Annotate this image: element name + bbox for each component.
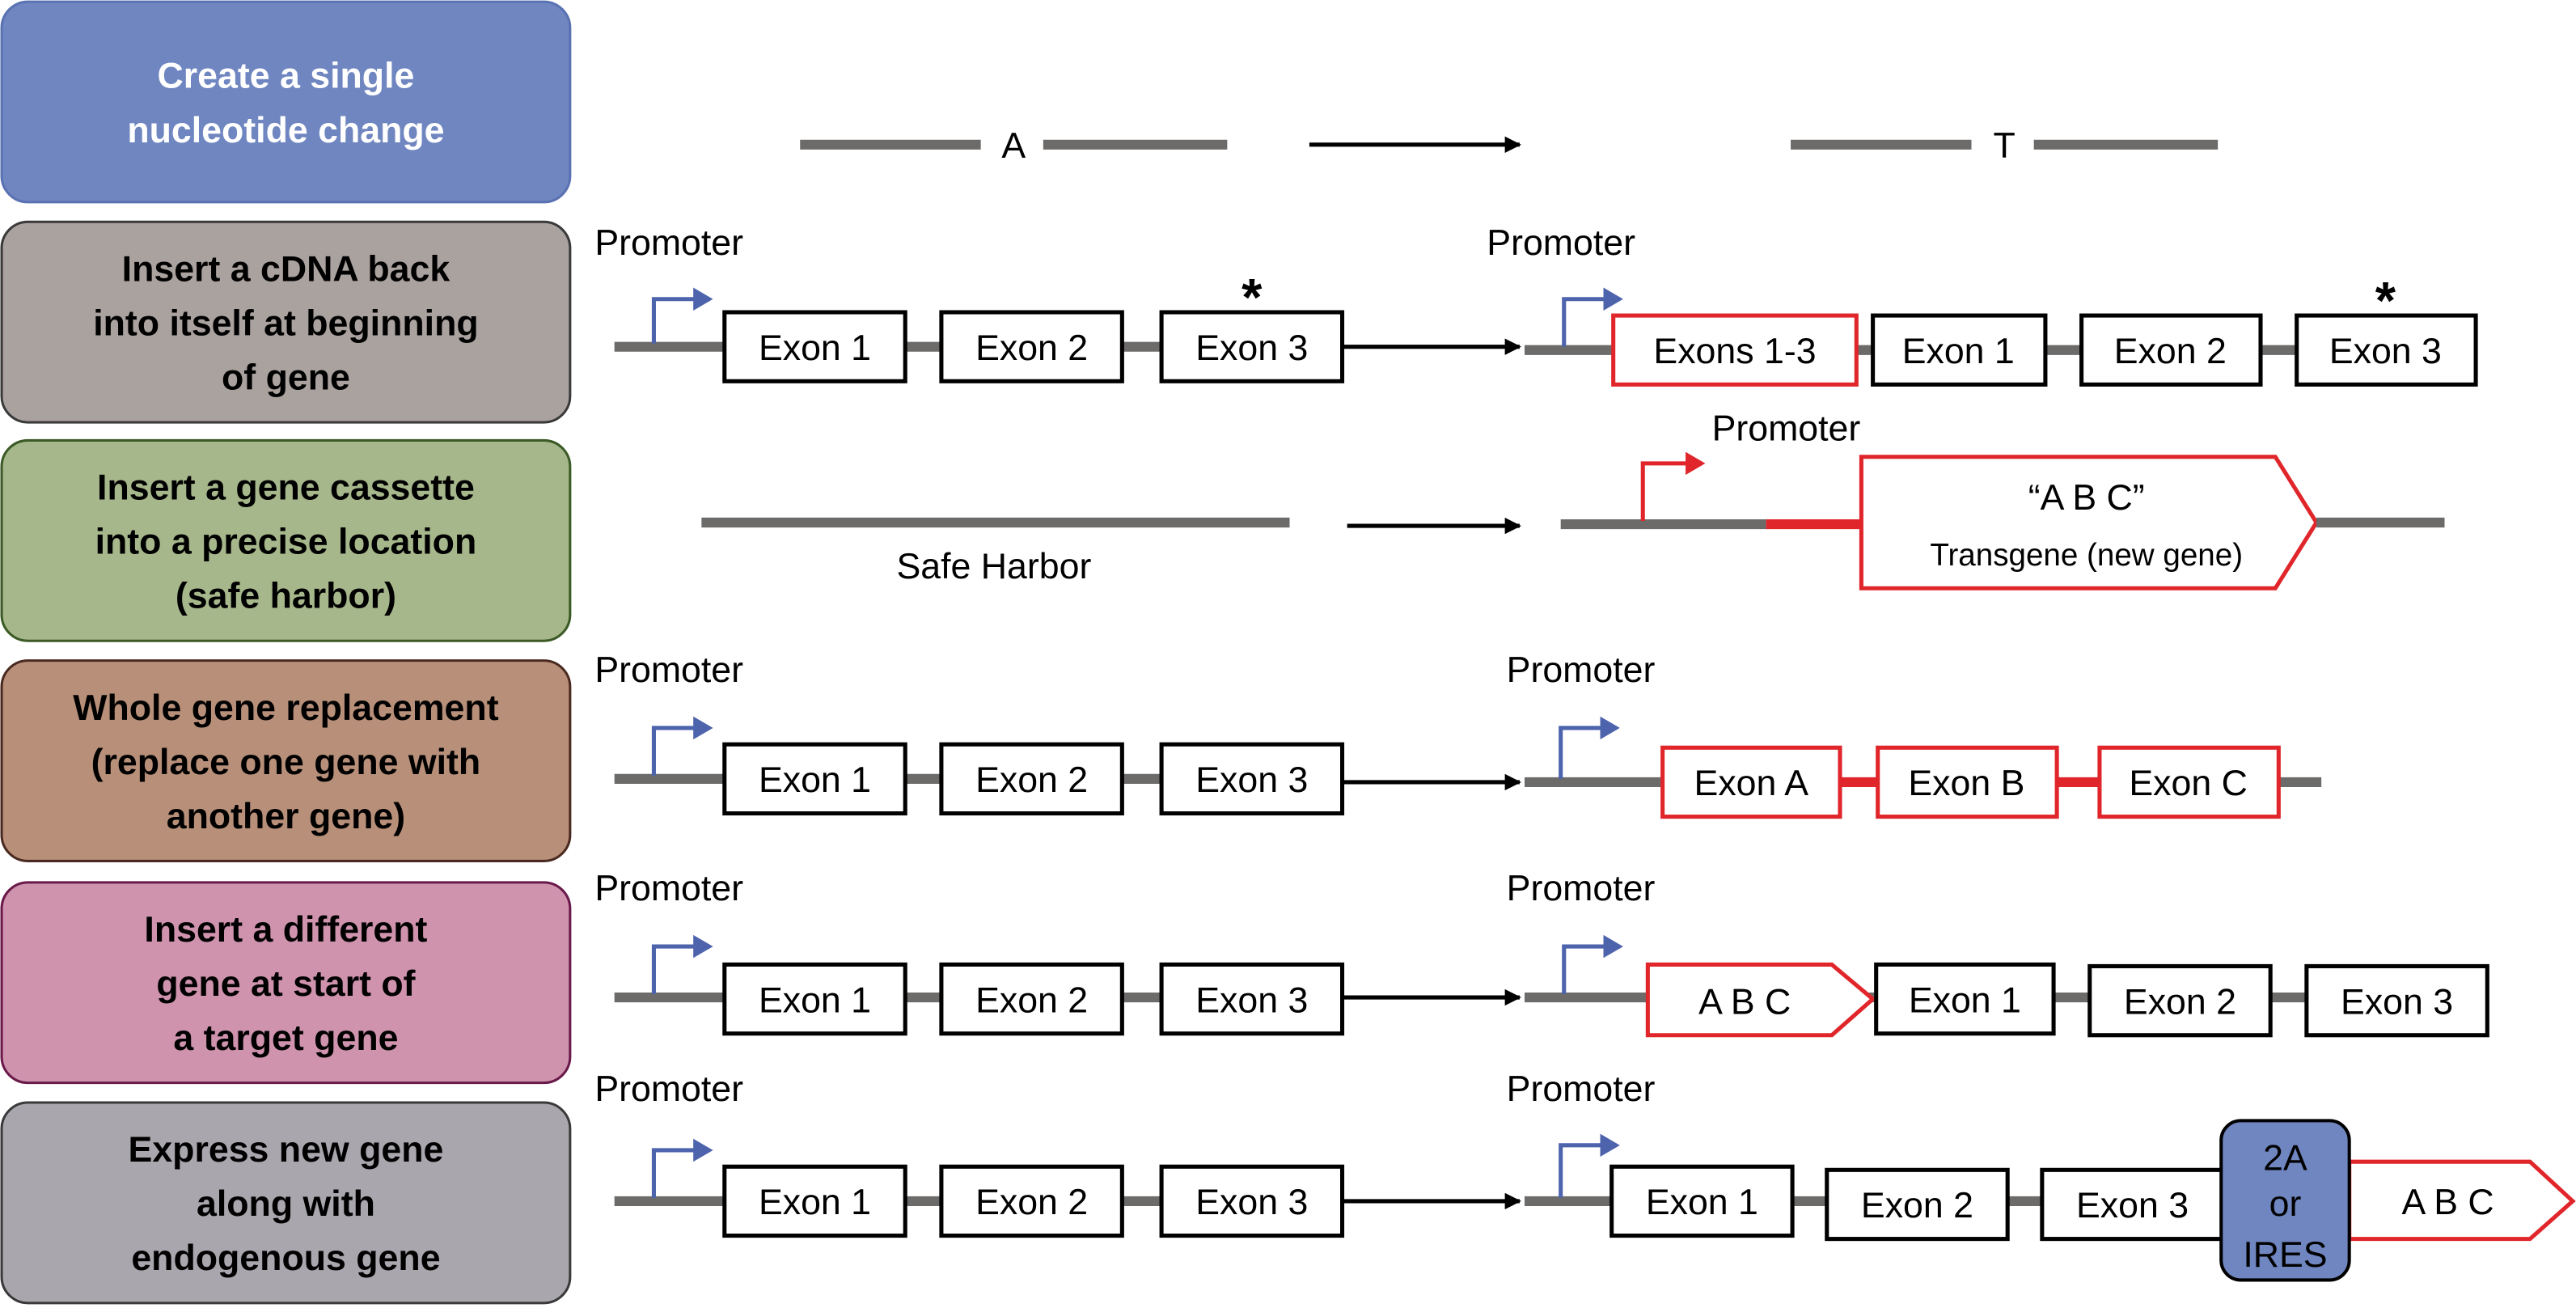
- promoter-label: Promoter: [1507, 1069, 1656, 1109]
- exon-label: Exon 3: [1195, 760, 1308, 800]
- promoter-label: Promoter: [594, 869, 743, 908]
- promoter-label: Promoter: [1507, 869, 1656, 908]
- category-label: nucleotide change: [127, 111, 444, 150]
- category-label: into a precise location: [95, 523, 477, 562]
- exon-label: Exon 1: [1909, 980, 2021, 1020]
- base-after: T: [1993, 126, 2015, 166]
- category-label: Whole gene replacement: [73, 688, 498, 728]
- linker-label: or: [2269, 1184, 2302, 1224]
- row-cdna-insert: Promoter Exon 1 Exon 2 Exon 3 * Promoter…: [594, 223, 2478, 387]
- new-gene-label: A B C: [1698, 982, 1791, 1022]
- row-gene-replacement: Promoter Exon 1 Exon 2 Exon 3 Promoter E…: [594, 650, 2322, 819]
- exon-label: Exon 3: [2341, 982, 2453, 1022]
- category-box: Insert a gene cassette into a precise loc…: [0, 438, 572, 642]
- promoter-label: Promoter: [594, 223, 743, 263]
- category-box-bg: [0, 0, 572, 204]
- category-label: another gene): [167, 797, 405, 836]
- exon-label: Exon 1: [759, 980, 871, 1020]
- category-label: into itself at beginning: [93, 303, 478, 343]
- exon-label: Exon 2: [2124, 982, 2236, 1022]
- exon-label: Exon 3: [2076, 1186, 2189, 1225]
- transgene-desc: Transgene (new gene): [1930, 538, 2243, 573]
- exon-label: Exon 1: [759, 760, 871, 800]
- category-label: Express new gene: [129, 1130, 444, 1170]
- exon-label: Exon 2: [975, 980, 1088, 1020]
- linker-label: 2A: [2263, 1138, 2307, 1178]
- promoter-arrow-icon: [1640, 451, 1706, 521]
- exon-label: Exon 2: [975, 328, 1088, 368]
- category-label: gene at start of: [156, 964, 415, 1004]
- category-box: Insert a cDNA back into itself at beginni…: [0, 220, 572, 424]
- linker-label: IRES: [2243, 1235, 2327, 1275]
- category-label: (safe harbor): [176, 577, 396, 616]
- exon-label: Exon 2: [1861, 1186, 1973, 1225]
- exon-label: Exon 1: [1646, 1183, 1758, 1222]
- promoter-label: Promoter: [1507, 650, 1656, 690]
- exon-label: Exon A: [1694, 764, 1809, 803]
- exon-label: Exon 3: [2329, 332, 2442, 371]
- promoter-arrow-icon: [651, 287, 713, 344]
- exon-label: Exon C: [2129, 764, 2248, 803]
- exon-label: Exons 1-3: [1653, 332, 1816, 371]
- category-label: Insert a cDNA back: [122, 249, 450, 289]
- category-label: of gene: [222, 358, 350, 397]
- exon-label: Exon 1: [759, 328, 871, 368]
- gene-editing-diagram: Create a single nucleotide change Insert a…: [0, 0, 2576, 1305]
- exon-label: Exon 3: [1195, 1183, 1308, 1222]
- category-label: a target gene: [173, 1018, 398, 1058]
- promoter-arrow-icon: [1559, 716, 1620, 779]
- category-box: Express new gene along with endogenous gen…: [0, 1101, 572, 1305]
- mutation-asterisk: *: [2375, 271, 2396, 330]
- exon-label: Exon B: [1908, 764, 2024, 803]
- exon-label: Exon 2: [975, 760, 1088, 800]
- exon-label: Exon 3: [1195, 328, 1308, 368]
- mutation-asterisk: *: [1241, 268, 1263, 327]
- category-label: Insert a different: [144, 910, 427, 950]
- base-before: A: [1001, 126, 1026, 166]
- category-label: endogenous gene: [131, 1238, 440, 1278]
- category-box: Create a single nucleotide change: [0, 0, 572, 204]
- row-single-nucleotide: A T: [800, 126, 2219, 166]
- category-label: (replace one gene with: [91, 743, 481, 782]
- exon-label: Exon 1: [759, 1183, 871, 1222]
- promoter-label: Promoter: [594, 650, 743, 690]
- promoter-label: Promoter: [594, 1069, 743, 1109]
- category-label: Insert a gene cassette: [97, 468, 475, 508]
- row-insert-at-start: Promoter Exon 1 Exon 2 Exon 3 Promoter A…: [594, 869, 2489, 1038]
- promoter-arrow-icon: [651, 716, 713, 776]
- promoter-arrow-icon: [1559, 1133, 1620, 1198]
- promoter-arrow-icon: [1562, 934, 1623, 994]
- exon-label: Exon 3: [1195, 980, 1308, 1020]
- exon-label: Exon 1: [1902, 332, 2015, 371]
- exon-label: Exon 2: [2114, 332, 2227, 371]
- category-box: Whole gene replacement (replace one gene …: [0, 659, 572, 862]
- promoter-arrow-icon: [651, 934, 713, 994]
- new-gene-label: A B C: [2401, 1183, 2494, 1222]
- category-box: Insert a different gene at start of a targ…: [0, 881, 572, 1085]
- promoter-label: Promoter: [1487, 223, 1635, 263]
- promoter-label: Promoter: [1712, 408, 1861, 448]
- promoter-arrow-icon: [651, 1138, 713, 1198]
- exon-label: Exon 2: [975, 1183, 1088, 1222]
- transgene-name: “A B C”: [2028, 478, 2145, 518]
- category-label: along with: [197, 1184, 375, 1224]
- row-coexpress: Promoter Exon 1 Exon 2 Exon 3 Promoter E…: [594, 1069, 2576, 1282]
- row-safe-harbor: Safe Harbor Promoter “A B C” Transgene (…: [701, 408, 2445, 591]
- safe-harbor-label: Safe Harbor: [896, 547, 1091, 586]
- category-label: Create a single: [158, 57, 415, 96]
